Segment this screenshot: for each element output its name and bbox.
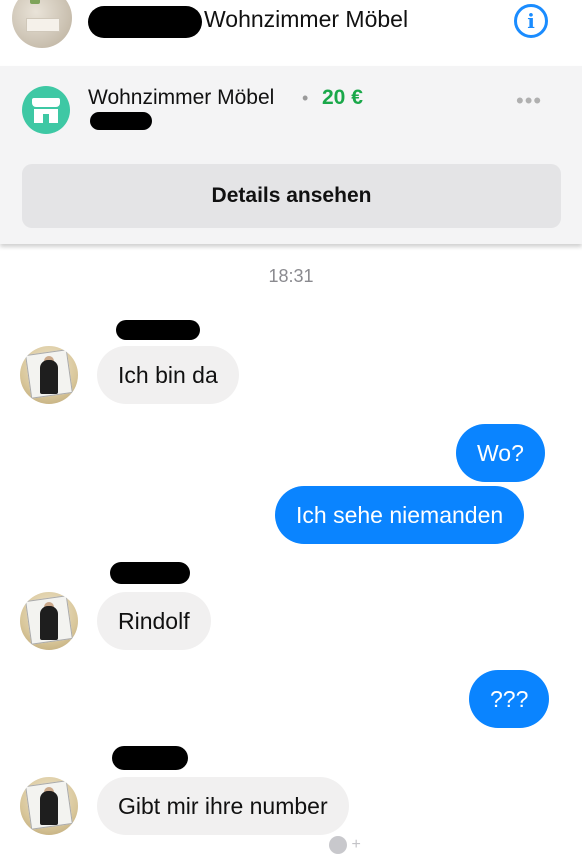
listing-card: Wohnzimmer Möbel • 20 € ••• Details anse… bbox=[0, 66, 582, 244]
store-door bbox=[43, 114, 49, 123]
avatar-person bbox=[40, 606, 58, 640]
info-icon[interactable]: i bbox=[514, 4, 548, 38]
add-reaction-icon[interactable]: + bbox=[329, 836, 361, 854]
sender-avatar[interactable] bbox=[20, 777, 78, 835]
thumbnail-plant bbox=[30, 0, 40, 4]
store-awning bbox=[32, 98, 60, 107]
incoming-message[interactable]: Ich bin da bbox=[97, 346, 239, 404]
details-button[interactable]: Details ansehen bbox=[22, 164, 561, 228]
reaction-plus: + bbox=[351, 836, 361, 854]
outgoing-message[interactable]: ??? bbox=[469, 670, 550, 728]
conversation-title[interactable]: Wohnzimmer Möbel bbox=[204, 6, 408, 33]
marketplace-store-icon bbox=[22, 86, 70, 134]
incoming-message[interactable]: Rindolf bbox=[97, 592, 211, 650]
avatar-person bbox=[40, 360, 58, 394]
sender-avatar[interactable] bbox=[20, 346, 78, 404]
smiley-icon bbox=[329, 836, 347, 854]
listing-separator: • bbox=[302, 88, 309, 108]
thumbnail-shelf bbox=[26, 18, 60, 32]
listing-price: 20 € bbox=[322, 86, 363, 109]
redacted-name bbox=[88, 6, 202, 38]
listing-thumbnail[interactable] bbox=[12, 0, 72, 48]
avatar-person bbox=[40, 791, 58, 825]
chat-screen: Wohnzimmer Möbel i Wohnzimmer Möbel • 20… bbox=[0, 0, 582, 857]
outgoing-message[interactable]: Ich sehe niemanden bbox=[275, 486, 525, 544]
message-timestamp: 18:31 bbox=[268, 266, 314, 286]
incoming-message[interactable]: Gibt mir ihre number bbox=[97, 777, 349, 835]
listing-title: Wohnzimmer Möbel bbox=[88, 86, 275, 109]
conversation-header: Wohnzimmer Möbel i bbox=[0, 0, 582, 66]
redacted-sender-name bbox=[116, 320, 200, 340]
outgoing-message[interactable]: Wo? bbox=[456, 424, 545, 482]
sender-avatar[interactable] bbox=[20, 592, 78, 650]
redacted-seller bbox=[90, 112, 152, 130]
redacted-sender-name bbox=[112, 746, 188, 770]
more-options-icon[interactable]: ••• bbox=[516, 90, 542, 112]
redacted-sender-name bbox=[110, 562, 190, 584]
